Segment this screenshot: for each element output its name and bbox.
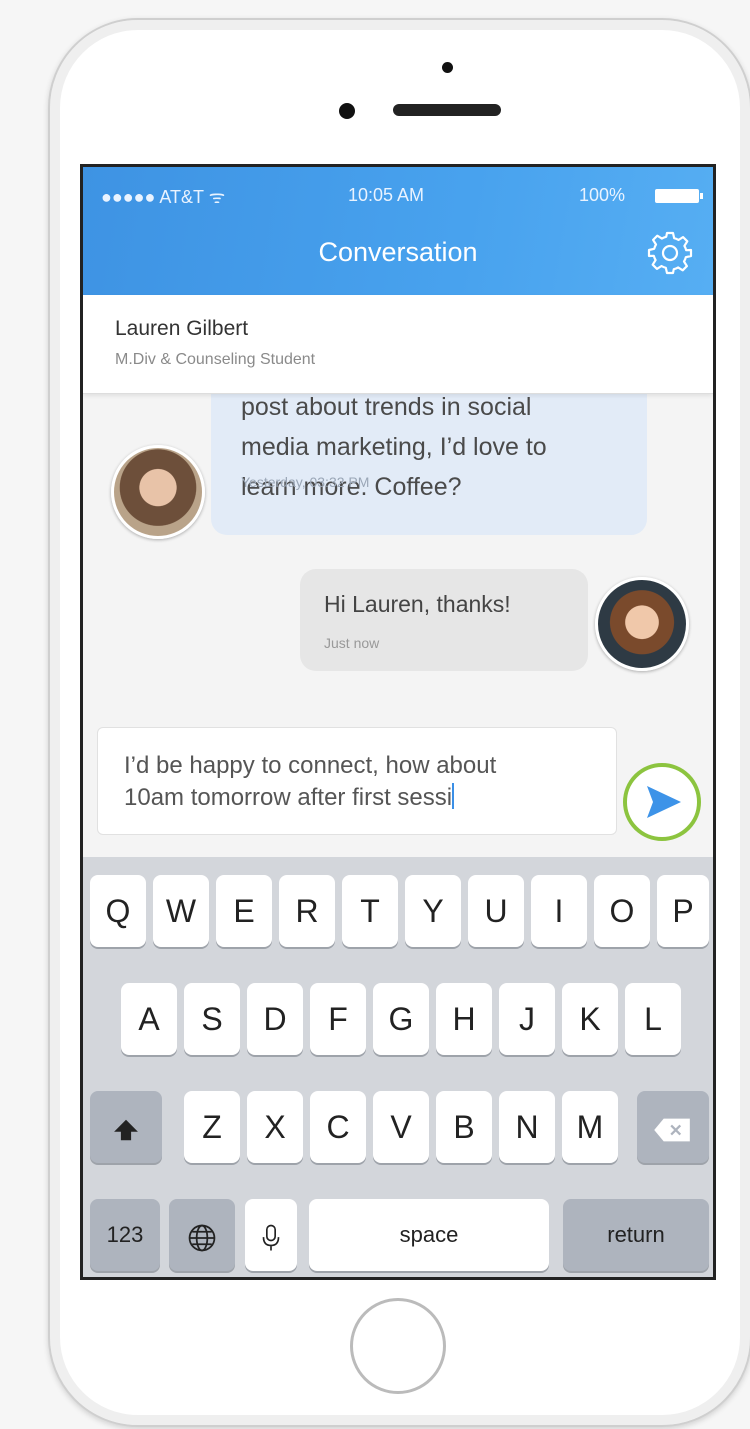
earpiece-speaker bbox=[393, 104, 501, 116]
microphone-icon bbox=[262, 1224, 280, 1251]
key[interactable]: F bbox=[310, 983, 366, 1055]
gear-icon[interactable] bbox=[647, 230, 693, 276]
contact-header[interactable]: Lauren Gilbert M.Div & Counseling Studen… bbox=[83, 295, 713, 394]
key[interactable]: W bbox=[153, 875, 209, 947]
message-timestamp: Yesterday, 03:32 PM bbox=[241, 474, 370, 490]
outgoing-message[interactable]: Hi Lauren, thanks! Just now bbox=[300, 569, 588, 671]
key[interactable]: I bbox=[531, 875, 587, 947]
key[interactable]: C bbox=[310, 1091, 366, 1163]
key[interactable]: D bbox=[247, 983, 303, 1055]
shift-key[interactable] bbox=[90, 1091, 162, 1163]
key[interactable]: S bbox=[184, 983, 240, 1055]
message-line: media marketing, I’d love to bbox=[241, 433, 547, 461]
message-line: post about trends in social bbox=[241, 393, 532, 421]
key[interactable]: H bbox=[436, 983, 492, 1055]
key[interactable]: V bbox=[373, 1091, 429, 1163]
page-title: Conversation bbox=[318, 237, 478, 267]
avatar[interactable] bbox=[111, 445, 205, 539]
key[interactable]: E bbox=[216, 875, 272, 947]
send-icon bbox=[647, 786, 681, 818]
globe-icon bbox=[188, 1224, 216, 1251]
battery-icon bbox=[655, 189, 703, 203]
input-line: 10am tomorrow after first sessi bbox=[124, 784, 453, 811]
message-input-text: I’d be happy to connect, how about 10am … bbox=[124, 750, 614, 814]
key[interactable]: X bbox=[247, 1091, 303, 1163]
globe-key[interactable] bbox=[169, 1199, 235, 1271]
key[interactable]: R bbox=[279, 875, 335, 947]
key[interactable]: N bbox=[499, 1091, 555, 1163]
avatar[interactable] bbox=[595, 577, 689, 671]
key[interactable]: A bbox=[121, 983, 177, 1055]
send-button[interactable] bbox=[623, 763, 701, 841]
shift-icon bbox=[114, 1119, 138, 1140]
proximity-sensor bbox=[442, 62, 453, 73]
key[interactable]: G bbox=[373, 983, 429, 1055]
key[interactable]: Z bbox=[184, 1091, 240, 1163]
keyboard: Q W E R T Y U I O P A S D F G H J K L Z … bbox=[83, 857, 713, 1277]
text-cursor bbox=[452, 783, 455, 809]
key[interactable]: J bbox=[499, 983, 555, 1055]
key[interactable]: Y bbox=[405, 875, 461, 947]
contact-subtitle: M.Div & Counseling Student bbox=[115, 351, 316, 368]
key[interactable]: Q bbox=[90, 875, 146, 947]
key[interactable]: B bbox=[436, 1091, 492, 1163]
input-line: I’d be happy to connect, how about bbox=[124, 752, 497, 779]
front-camera bbox=[339, 103, 355, 119]
incoming-message[interactable]: post about trends in social media market… bbox=[211, 393, 647, 535]
home-button[interactable] bbox=[350, 1298, 446, 1394]
message-timestamp: Just now bbox=[324, 635, 380, 651]
message-composer: I’d be happy to connect, how about 10am … bbox=[83, 697, 713, 857]
key[interactable]: L bbox=[625, 983, 681, 1055]
key[interactable]: U bbox=[468, 875, 524, 947]
key[interactable]: O bbox=[594, 875, 650, 947]
message-input[interactable]: I’d be happy to connect, how about 10am … bbox=[97, 727, 617, 835]
clock: 10:05 AM bbox=[348, 185, 425, 205]
contact-name: Lauren Gilbert bbox=[115, 317, 249, 340]
outgoing-message-text: Hi Lauren, thanks! bbox=[324, 591, 511, 617]
backspace-icon bbox=[654, 1118, 690, 1141]
numbers-key[interactable]: 123 bbox=[90, 1199, 160, 1271]
key[interactable]: K bbox=[562, 983, 618, 1055]
phone-screen: ●●●●● AT&T ᯤ 10:05 AM 100% Conversation … bbox=[80, 164, 716, 1280]
microphone-key[interactable] bbox=[245, 1199, 297, 1271]
return-key[interactable]: return bbox=[563, 1199, 709, 1271]
space-key[interactable]: space bbox=[309, 1199, 549, 1271]
battery-percent: 100% bbox=[579, 185, 626, 205]
key[interactable]: P bbox=[657, 875, 709, 947]
key[interactable]: M bbox=[562, 1091, 618, 1163]
carrier-label: ●●●●● AT&T ᯤ bbox=[101, 187, 226, 207]
backspace-key[interactable] bbox=[637, 1091, 709, 1163]
header-bar: ●●●●● AT&T ᯤ 10:05 AM 100% Conversation bbox=[83, 167, 713, 295]
key[interactable]: T bbox=[342, 875, 398, 947]
